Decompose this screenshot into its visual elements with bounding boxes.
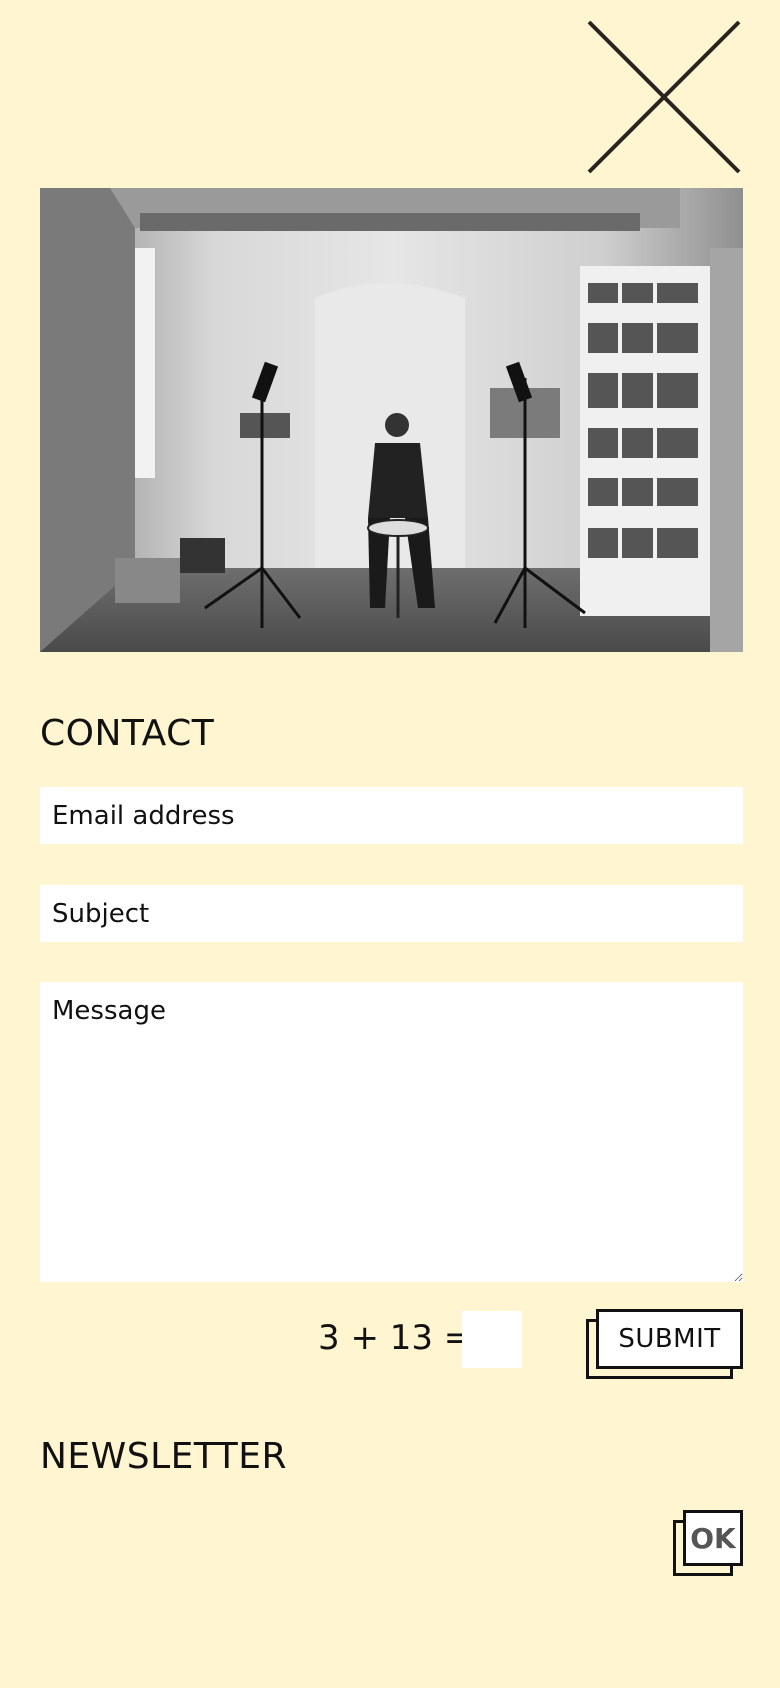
drummer-photo xyxy=(40,188,743,652)
close-icon xyxy=(587,20,741,174)
contact-heading: CONTACT xyxy=(40,713,215,754)
ok-button-label: OK xyxy=(683,1510,743,1566)
captcha-question: 3 + 13 = xyxy=(318,1318,473,1358)
newsletter-heading: NEWSLETTER xyxy=(40,1436,288,1477)
message-field[interactable] xyxy=(40,982,743,1282)
captcha-answer-input[interactable] xyxy=(462,1311,522,1368)
email-field[interactable] xyxy=(40,787,743,844)
newsletter-ok-button[interactable]: OK xyxy=(673,1510,743,1576)
subject-field[interactable] xyxy=(40,885,743,942)
submit-button[interactable]: SUBMIT xyxy=(586,1309,743,1379)
close-button[interactable] xyxy=(585,20,741,176)
submit-button-label: SUBMIT xyxy=(596,1309,743,1369)
